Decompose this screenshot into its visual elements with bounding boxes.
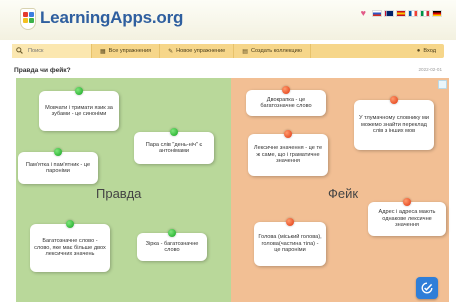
pin-green-icon (75, 87, 83, 95)
page-title: Правда чи фейк? (14, 67, 71, 74)
flag-es-icon[interactable] (396, 9, 406, 17)
card-text: Лексичне значення - це те ж саме, що і г… (253, 145, 323, 165)
card-text: Зірка - багатозначне слово (145, 240, 199, 253)
true-zone-label: Правда (96, 186, 142, 201)
flag-fr-icon[interactable] (408, 9, 418, 17)
search-icon (16, 47, 23, 54)
language-selector: ♥ (361, 8, 442, 18)
pencil-icon: ✎ (168, 48, 174, 55)
fake-zone-label: Фейк (328, 186, 359, 201)
flag-ru-icon[interactable] (372, 9, 382, 17)
pin-red-icon (403, 198, 411, 206)
logo-shield-icon (20, 8, 36, 30)
new-exercise-label: Новое упражнение (176, 48, 226, 54)
card-text: Мовчати і тримати язик за зубами - це си… (45, 104, 113, 117)
search-input[interactable] (28, 46, 88, 56)
answer-card[interactable]: Двокрапка - це багатозначне слово (246, 86, 326, 116)
flag-it-icon[interactable] (420, 9, 430, 17)
card-text: Голова (міський голова), голова(частина … (258, 234, 322, 254)
all-exercises-label: Все упражнения (108, 48, 152, 54)
card-text: Пара слів "день-ніч" є антонімами (145, 141, 203, 154)
pin-green-icon (54, 148, 62, 156)
answer-card[interactable]: Зірка - багатозначне слово (137, 229, 207, 261)
answer-card[interactable]: Пам'ятка і пам'ятник - це пароніми (18, 148, 98, 184)
pin-red-icon (284, 130, 292, 138)
exercise-board: Правда Фейк Мовчати і тримати язик за зу… (16, 78, 449, 302)
new-exercise-link[interactable]: ✎ Новое упражнение (160, 44, 235, 58)
card-text: У тлумачному словнику ми можемо знайти п… (358, 115, 429, 135)
check-icon (421, 282, 433, 294)
answer-card[interactable]: Адрес і адреса мають однакове лексичне з… (368, 198, 446, 236)
heart-icon[interactable]: ♥ (361, 8, 366, 18)
check-button[interactable] (416, 277, 438, 299)
pin-red-icon (282, 86, 290, 94)
card-text: Адрес і адреса мають однакове лексичне з… (378, 209, 436, 229)
search-box (12, 44, 92, 58)
pin-green-icon (66, 220, 74, 228)
answer-card[interactable]: Багатозначне слово - слово, яке має біль… (30, 220, 110, 272)
pin-green-icon (168, 229, 176, 237)
card-text: Двокрапка - це багатозначне слово (260, 96, 312, 109)
pin-green-icon (170, 128, 178, 136)
toolbar: ▦ Все упражнения ✎ Новое упражнение ▤ Со… (12, 44, 444, 58)
collection-icon: ▤ (242, 48, 248, 55)
login-link[interactable]: ● Вход (409, 44, 444, 58)
card-text: Багатозначне слово - слово, яке має біль… (34, 238, 106, 258)
pin-red-icon (286, 218, 294, 226)
create-collection-label: Создать коллекцию (250, 48, 302, 54)
flag-de-icon[interactable] (432, 9, 442, 17)
header: LearningApps.org ♥ (0, 0, 456, 40)
answer-card[interactable]: Мовчати і тримати язик за зубами - це си… (39, 87, 119, 131)
user-icon: ● (416, 48, 421, 54)
answer-card[interactable]: Голова (міський голова), голова(частина … (254, 218, 326, 266)
answer-card[interactable]: У тлумачному словнику ми можемо знайти п… (354, 96, 434, 150)
page-date: 2022-02-01 (418, 67, 443, 72)
all-exercises-link[interactable]: ▦ Все упражнения (92, 44, 161, 58)
fullscreen-icon[interactable] (438, 80, 447, 89)
card-text: Пам'ятка і пам'ятник - це пароніми (25, 161, 91, 174)
grid-icon: ▦ (100, 48, 106, 55)
login-label: Вход (423, 48, 436, 54)
logo[interactable]: LearningApps.org (20, 6, 183, 34)
create-collection-link[interactable]: ▤ Создать коллекцию (234, 44, 311, 58)
answer-card[interactable]: Пара слів "день-ніч" є антонімами (134, 128, 214, 164)
answer-card[interactable]: Лексичне значення - це те ж саме, що і г… (248, 130, 328, 176)
pin-red-icon (390, 96, 398, 104)
app-window: LearningApps.org ♥ ▦ Все упражнения ✎ Но… (0, 0, 456, 302)
logo-text: LearningApps.org (40, 8, 184, 27)
flag-en-icon[interactable] (384, 9, 394, 17)
